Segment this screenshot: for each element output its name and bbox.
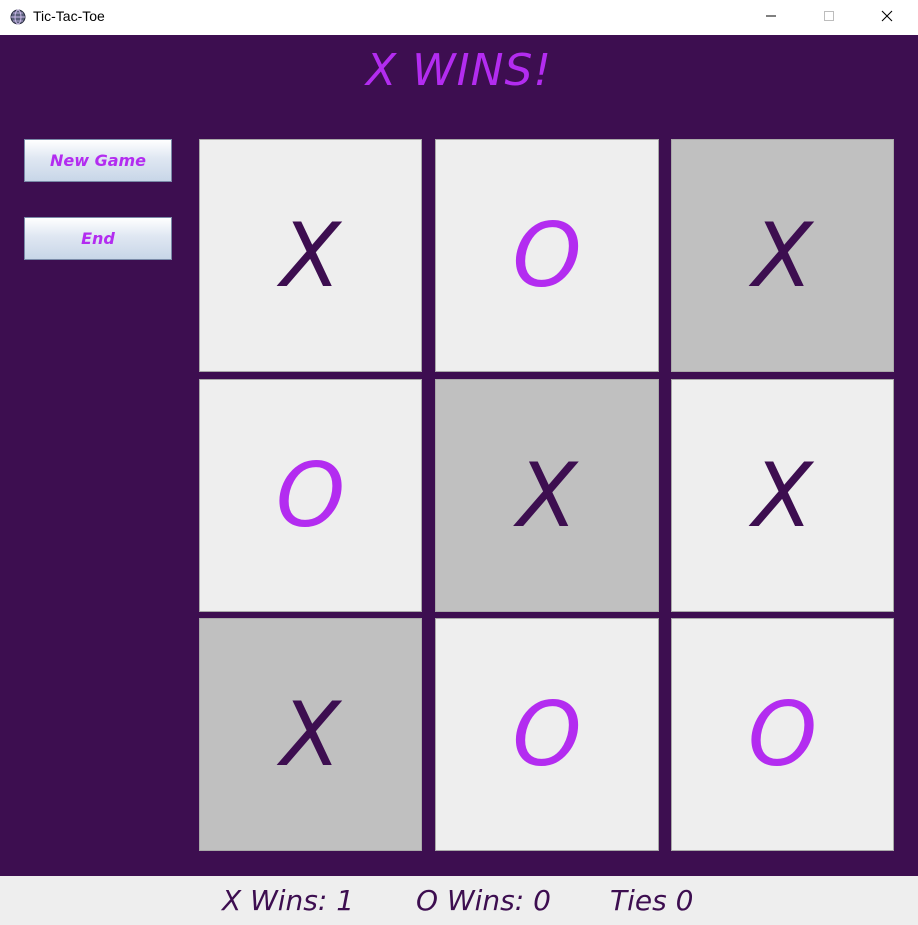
status-message: X WINS! <box>365 45 553 96</box>
board-cell[interactable]: X <box>671 139 894 372</box>
cell-mark: O <box>275 443 346 547</box>
board-cell[interactable]: O <box>671 618 894 851</box>
game-panel: X WINS! New Game End X O X O X X X O O <box>0 35 918 876</box>
board-cell[interactable]: X <box>435 379 659 612</box>
new-game-button[interactable]: New Game <box>24 139 172 182</box>
maximize-icon <box>824 11 834 21</box>
board-cell[interactable]: X <box>199 139 422 372</box>
board-cell[interactable]: O <box>435 618 659 851</box>
close-icon <box>881 10 893 22</box>
cell-mark: X <box>516 443 578 547</box>
maximize-button[interactable] <box>806 0 852 32</box>
board-cell[interactable]: O <box>435 139 659 372</box>
cell-mark: X <box>280 203 341 307</box>
ties-label: Ties 0 <box>610 884 694 917</box>
o-wins-label: O Wins: 0 <box>416 884 551 917</box>
game-board: X O X O X X X O O <box>199 139 894 851</box>
cell-mark: X <box>752 443 813 547</box>
close-button[interactable] <box>864 0 910 32</box>
window-title: Tic-Tac-Toe <box>33 8 105 24</box>
cell-mark: O <box>512 682 582 786</box>
x-wins-label: X Wins: 1 <box>222 884 355 917</box>
cell-mark: O <box>747 682 818 786</box>
board-cell[interactable]: O <box>199 379 422 612</box>
title-bar: Tic-Tac-Toe <box>0 0 918 35</box>
cell-mark: X <box>752 203 813 307</box>
minimize-button[interactable] <box>748 0 794 32</box>
cell-mark: X <box>280 682 341 786</box>
cell-mark: O <box>512 203 582 307</box>
board-cell[interactable]: X <box>671 379 894 612</box>
score-bar: X Wins: 1 O Wins: 0 Ties 0 <box>0 876 918 925</box>
board-cell[interactable]: X <box>199 618 422 851</box>
globe-icon <box>10 9 26 25</box>
minimize-icon <box>766 15 776 17</box>
end-button[interactable]: End <box>24 217 172 260</box>
